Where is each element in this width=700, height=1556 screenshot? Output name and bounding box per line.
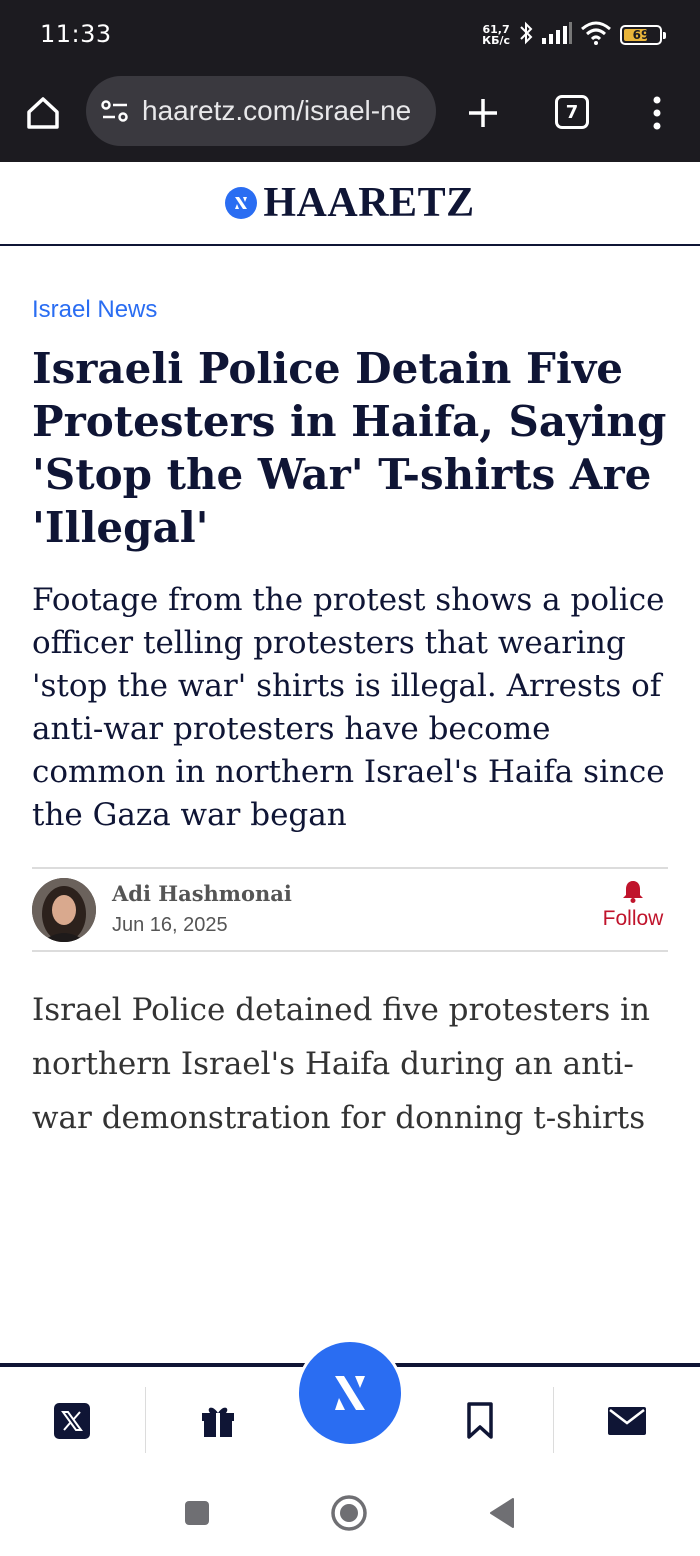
address-bar[interactable]: haaretz.com/israel-ne (86, 76, 436, 146)
signal-icon (542, 21, 572, 49)
follow-button[interactable]: Follow (598, 879, 668, 931)
home-nav-button[interactable] (329, 1493, 369, 1533)
site-settings-icon[interactable] (100, 96, 130, 126)
plus-icon (469, 99, 497, 127)
article-headline: Israeli Police Detain Five Protesters in… (32, 344, 667, 552)
haaretz-mark-icon (225, 187, 258, 219)
author-name[interactable]: Adi Hashmonai (112, 881, 292, 906)
gift-button[interactable] (188, 1391, 248, 1451)
follow-label: Follow (602, 907, 664, 930)
x-icon (54, 1403, 90, 1439)
mail-icon (608, 1407, 646, 1435)
network-speed: 61,7 КБ/с (482, 24, 510, 46)
article-subheadline: Footage from the protest shows a police … (32, 582, 665, 833)
more-menu-button[interactable] (640, 90, 674, 136)
article-body: Israel Police detained five protesters i… (32, 992, 650, 1136)
status-bar: 11:33 61,7 КБ/с 69 (0, 0, 700, 70)
email-share-button[interactable] (597, 1391, 657, 1451)
bottom-action-bar (0, 1339, 700, 1463)
back-button[interactable] (482, 1493, 522, 1533)
network-speed-unit: КБ/с (482, 34, 510, 47)
home-circle-icon (331, 1495, 367, 1531)
tab-switcher-button[interactable]: 7 (555, 95, 589, 129)
section-link[interactable]: Israel News (32, 296, 157, 324)
author-avatar[interactable] (32, 878, 96, 942)
wifi-icon (580, 21, 612, 50)
byline: Adi Hashmonai Jun 16, 2025 Follow (32, 867, 668, 952)
share-x-button[interactable] (42, 1391, 102, 1451)
logo-text: HAARETZ (263, 180, 475, 226)
recents-square-icon (185, 1501, 209, 1525)
status-icons: 61,7 КБ/с 69 (482, 18, 666, 52)
recents-button[interactable] (177, 1493, 217, 1533)
home-button[interactable] (20, 90, 66, 136)
bookmark-icon (467, 1402, 493, 1439)
divider (145, 1387, 146, 1453)
battery-level: 69 (632, 28, 650, 42)
more-vert-icon (653, 96, 661, 130)
site-header: HAARETZ (0, 162, 700, 246)
haaretz-logo-icon (335, 1376, 365, 1410)
publish-date: Jun 16, 2025 (112, 914, 228, 936)
divider (553, 1387, 554, 1453)
bookmark-button[interactable] (450, 1391, 510, 1451)
haaretz-home-button[interactable] (296, 1339, 404, 1447)
system-nav-bar (0, 1463, 700, 1556)
browser-toolbar: haaretz.com/israel-ne 7 (0, 70, 700, 162)
home-icon (27, 97, 59, 129)
url-text[interactable]: haaretz.com/israel-ne (142, 95, 411, 127)
status-time: 11:33 (40, 20, 112, 48)
bell-icon (623, 881, 643, 903)
new-tab-button[interactable] (460, 90, 506, 136)
back-triangle-icon (490, 1498, 514, 1528)
haaretz-logo[interactable]: HAARETZ (225, 179, 474, 227)
gift-icon (202, 1407, 234, 1437)
battery-icon: 69 (620, 25, 666, 45)
bluetooth-icon (518, 21, 534, 50)
